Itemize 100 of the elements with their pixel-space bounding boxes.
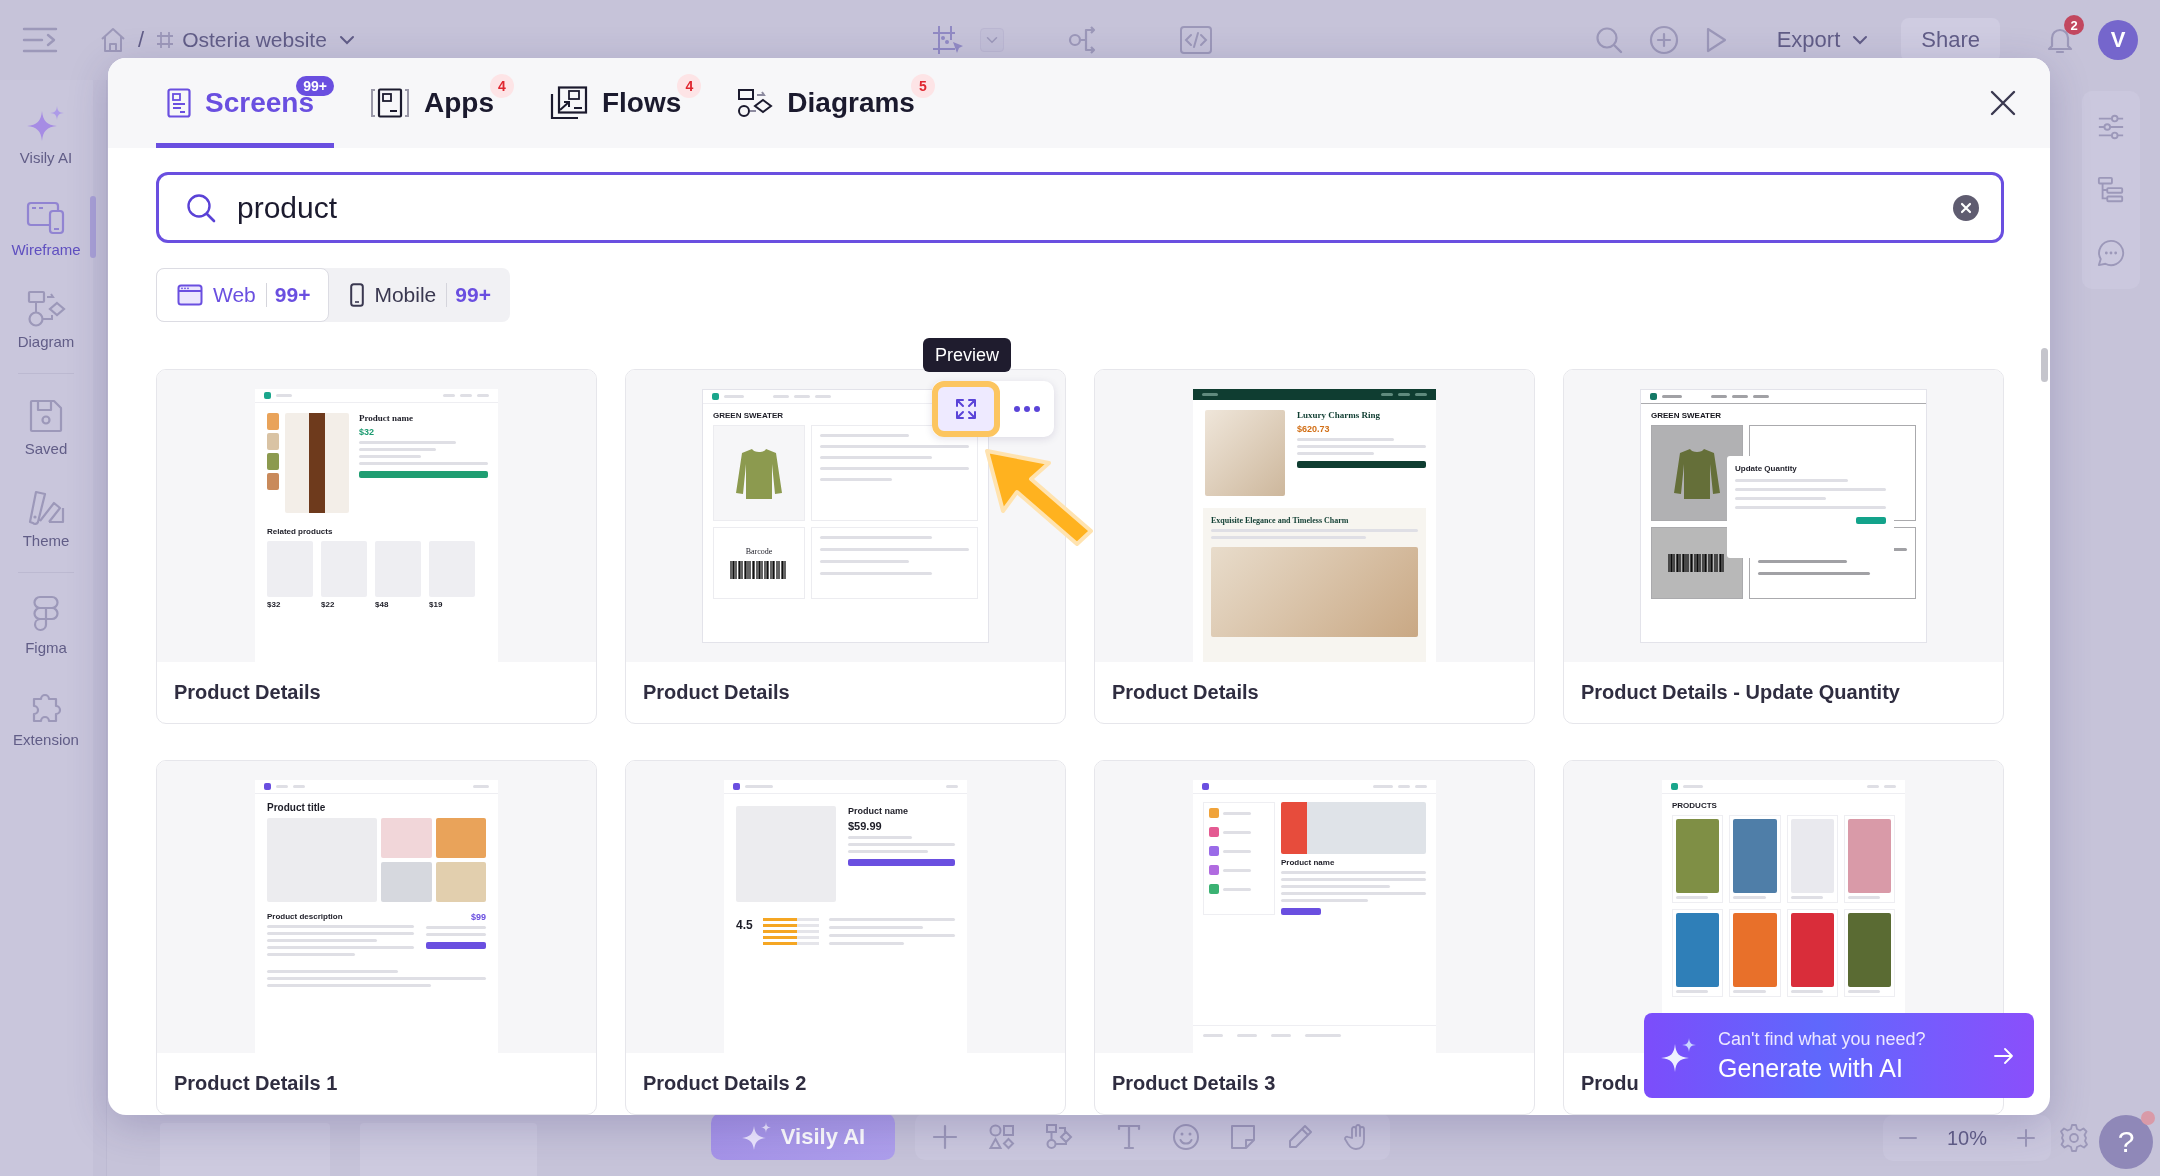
flow-icon[interactable] (1045, 1122, 1073, 1151)
template-card[interactable]: Product name $59.99 4.5 Product Details 2 (625, 760, 1066, 1115)
barcode-drawing (729, 561, 789, 579)
tooltip: Preview (923, 338, 1012, 372)
text-line (1381, 393, 1393, 396)
preview-button[interactable] (932, 381, 1000, 437)
close-button[interactable] (1988, 88, 2018, 118)
rating-bar (762, 936, 819, 939)
text-line (1223, 868, 1251, 872)
count-badge: 4 (489, 74, 514, 98)
text-line (1884, 785, 1896, 788)
text-line (1398, 393, 1410, 396)
search-icon[interactable] (1594, 26, 1623, 54)
menu-icon[interactable] (22, 27, 58, 53)
sidebar-item[interactable]: Visily AI (19, 105, 73, 167)
status-dot-icon (2141, 1111, 2155, 1125)
card-title: Produ (1581, 1072, 1639, 1095)
rating-value: 4.5 (736, 918, 753, 932)
pointer-arrow-icon (983, 447, 1095, 547)
text-line (848, 836, 913, 839)
pen-icon[interactable] (1286, 1122, 1314, 1151)
sidebar-item[interactable]: Theme (22, 488, 70, 550)
template-card[interactable]: Product name $32 Related products $32 $22 $48 $19 Product Details (156, 369, 597, 724)
text-line (773, 395, 789, 398)
shapes-icon[interactable] (988, 1122, 1016, 1151)
sidebar-item[interactable]: Figma (25, 595, 67, 657)
filter-tab[interactable]: Mobile 99+ (329, 268, 510, 322)
photo-placeholder (267, 413, 279, 430)
logo-icon (1650, 393, 1657, 400)
diagram-icon (737, 88, 774, 118)
sliders-icon[interactable] (2097, 113, 2125, 141)
text-line (1732, 395, 1748, 398)
text-line (1662, 395, 1682, 398)
clear-icon[interactable] (1953, 194, 1979, 221)
code-icon (1179, 24, 1213, 56)
text-line (1683, 785, 1703, 788)
logo-icon (733, 783, 740, 790)
text-line (473, 785, 489, 788)
template-card[interactable]: GREEN SWEATER Barcode Product Details (625, 369, 1066, 724)
emoji-icon[interactable] (1172, 1122, 1200, 1151)
export-button[interactable]: Export (1776, 27, 1869, 53)
sticky-note-icon[interactable] (1229, 1122, 1257, 1151)
logo-icon (1671, 783, 1678, 790)
comment-icon[interactable] (2097, 239, 2125, 267)
product-heading: Luxury Charms Ring (1297, 410, 1380, 420)
zoom-level[interactable]: 10% (1947, 1126, 1987, 1150)
hierarchy-icon[interactable] (2097, 176, 2125, 204)
thumbnail-button (1856, 517, 1886, 524)
section-heading: Barcode (745, 547, 773, 556)
count-badge: 4 (677, 74, 702, 98)
text-line (426, 933, 486, 936)
avatar[interactable]: V (2098, 20, 2138, 60)
help-button[interactable]: ? (2099, 1115, 2153, 1169)
color-swatch-icon (26, 488, 66, 528)
text-line (946, 785, 958, 788)
text-line (1790, 990, 1823, 993)
text-line (426, 926, 486, 929)
template-card[interactable]: Luxury Charms Ring $620.73 Exquisite Elegance and Timeless Charm Product Details (1094, 369, 1535, 724)
more-icon (1014, 406, 1040, 412)
add-icon[interactable] (1648, 25, 1679, 55)
text-line (1847, 896, 1881, 899)
sidebar-item[interactable]: Wireframe (11, 197, 81, 259)
text-line (1733, 990, 1766, 993)
settings-icon[interactable] (2059, 1123, 2089, 1153)
rating-bar (762, 924, 819, 927)
tab[interactable]: Screens99+ (156, 58, 334, 148)
dialog-title: Update Quantity (1735, 464, 1797, 473)
photo-placeholder (435, 862, 486, 902)
count-badge: 5 (910, 74, 935, 98)
price-text: $32 (359, 427, 375, 437)
breadcrumb-separator: / (138, 27, 145, 53)
template-card[interactable]: GREEN SWEATER Update Quantity Product Details - Update Quantity (1563, 369, 2004, 724)
project-dropdown[interactable]: Osteria website (182, 28, 355, 52)
plus-icon[interactable] (2015, 1127, 2037, 1149)
logo-icon (712, 393, 719, 400)
sidebar-item[interactable]: Saved (24, 396, 68, 458)
search-field[interactable]: product (156, 172, 2004, 243)
photo-placeholder (381, 818, 432, 858)
card-title: Product Details (643, 681, 790, 704)
play-icon[interactable] (1704, 27, 1727, 53)
card-title: Product Details (1112, 681, 1259, 704)
plus-icon[interactable] (931, 1122, 959, 1151)
rating-bar (762, 918, 819, 921)
generate-with-ai-button[interactable]: Can't find what you need? Generate with AI (1644, 1013, 2034, 1098)
text-line (815, 395, 831, 398)
text-tool-icon[interactable] (1115, 1122, 1143, 1151)
scrollbar-thumb[interactable] (2041, 348, 2048, 382)
template-card[interactable]: Product title Product description $99 Product Details 1 (156, 760, 597, 1115)
price-text: $620.73 (1297, 424, 1330, 434)
sidebar-item[interactable]: Extension (13, 687, 79, 749)
sidebar-item[interactable]: Diagram (17, 289, 75, 351)
scrollbar-thumb[interactable] (90, 196, 96, 258)
arrow-right-icon (1994, 1047, 2014, 1064)
text-line (359, 455, 421, 458)
dropdown-button[interactable] (980, 28, 1004, 52)
template-card[interactable]: Product name Product Details 3 (1094, 760, 1535, 1115)
text-line (1237, 1034, 1257, 1037)
filter-tab[interactable]: Web 99+ (156, 268, 330, 322)
home-icon[interactable] (100, 27, 126, 53)
price-text: $99 (470, 912, 486, 922)
